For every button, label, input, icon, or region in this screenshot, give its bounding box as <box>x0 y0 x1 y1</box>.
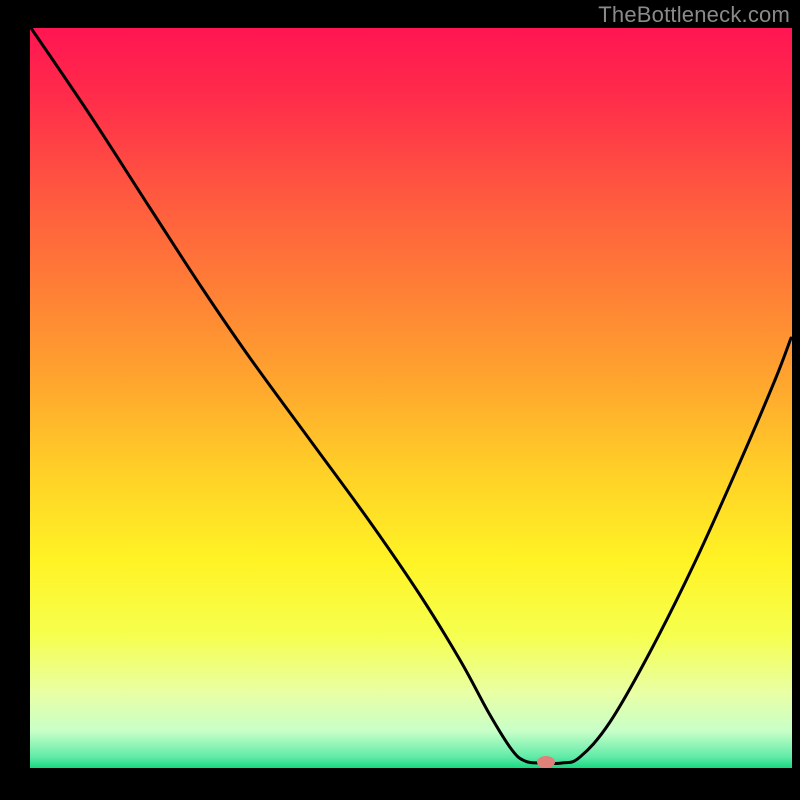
optimal-marker <box>537 756 555 768</box>
plot-background <box>30 28 792 768</box>
watermark-text: TheBottleneck.com <box>598 2 790 28</box>
bottleneck-chart <box>0 0 800 800</box>
chart-frame: { "watermark": "TheBottleneck.com", "mar… <box>0 0 800 800</box>
